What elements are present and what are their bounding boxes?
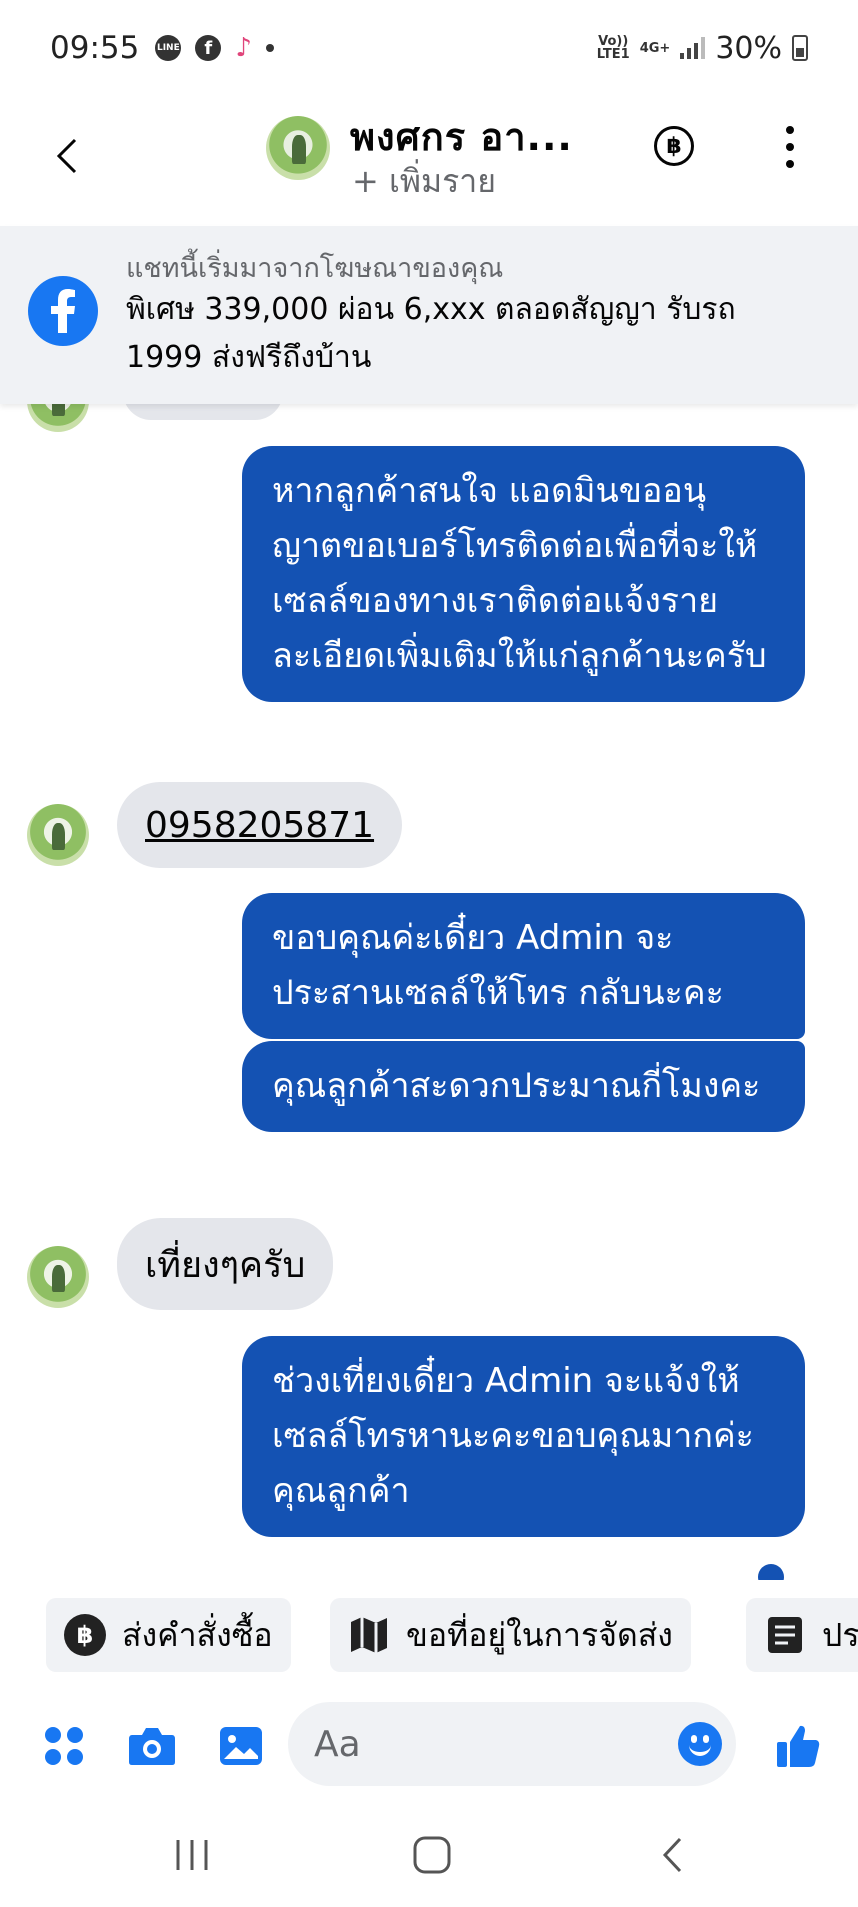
back-button[interactable] [45, 126, 89, 186]
message-input[interactable]: Aa [288, 1702, 736, 1786]
contact-avatar-small [27, 1246, 89, 1308]
facebook-icon: f [195, 35, 222, 61]
message-bubble-outgoing[interactable]: หากลูกค้าสนใจ แอดมินขออนุญาตขอเบอร์โทรติ… [242, 446, 805, 702]
line-icon: LINE [155, 35, 182, 61]
quick-replies-bar[interactable]: ฿ ส่งคำสั่งซื้อ ขอที่อยู่ในการจัดส่ง ปร [0, 1580, 858, 1690]
seen-indicator [758, 1564, 784, 1580]
message-composer: Aa [0, 1690, 858, 1800]
message-bubble-outgoing[interactable]: ขอบคุณค่ะเดี๋ยว Admin จะประสานเซลล์ให้โท… [242, 893, 805, 1039]
more-options-icon[interactable] [780, 122, 800, 172]
quick-reply-send-order[interactable]: ฿ ส่งคำสั่งซื้อ [46, 1598, 291, 1672]
battery-icon [792, 35, 808, 61]
like-thumb-icon[interactable] [768, 1716, 828, 1776]
map-icon [348, 1614, 390, 1656]
quick-reply-label: ปร [822, 1615, 858, 1654]
contact-avatar-small [27, 404, 89, 432]
quick-reply-label: ขอที่อยู่ในการจัดส่ง [406, 1615, 673, 1654]
recent-apps-button[interactable] [162, 1830, 222, 1880]
network-type: 4G+ [639, 40, 671, 56]
battery-percent: 30% [715, 30, 782, 66]
more-notifications-dot [265, 44, 274, 52]
status-right: Vo)) LTE1 4G+ 30% [597, 31, 808, 66]
message-bubble-incoming[interactable]: 0958205871 [117, 782, 403, 868]
status-time: 09:55 [50, 30, 140, 66]
message-bubble-cutoff [123, 404, 283, 420]
emoji-icon[interactable] [678, 1722, 722, 1766]
quick-reply-request-address[interactable]: ขอที่อยู่ในการจัดส่ง [330, 1598, 691, 1672]
signal-icon [680, 37, 706, 59]
back-arrow-icon [56, 138, 77, 174]
payment-baht-icon[interactable]: ฿ [654, 126, 694, 166]
system-navigation-bar [0, 1800, 858, 1907]
ad-text: พิเศษ 339,000 ผ่อน 6,xxx ตลอดสัญญา รับรถ… [126, 292, 736, 375]
contact-avatar[interactable] [266, 116, 330, 180]
status-bar: 09:55 LINE f ♪ Vo)) LTE1 4G+ 30% [0, 0, 858, 96]
gallery-icon[interactable] [211, 1716, 271, 1776]
ad-context-banner[interactable]: แชทนี้เริ่มมาจากโฆษณาของคุณ พิเศษ 339,00… [0, 226, 858, 404]
message-input-placeholder: Aa [314, 1723, 361, 1765]
home-button[interactable] [402, 1830, 462, 1880]
facebook-icon [28, 276, 98, 346]
back-nav-button[interactable] [642, 1830, 702, 1880]
ad-source-label: แชทนี้เริ่มมาจากโฆษณาของคุณ [126, 253, 504, 284]
chat-header: พงศกร อา... + เพิ่มราย ฿ [0, 96, 858, 226]
quick-reply-receipt[interactable]: ปร [746, 1598, 858, 1672]
notification-icons: LINE f ♪ [155, 33, 274, 63]
receipt-icon [764, 1614, 806, 1656]
quick-reply-label: ส่งคำสั่งซื้อ [122, 1615, 273, 1654]
camera-icon[interactable] [122, 1716, 182, 1776]
add-people-button[interactable]: + เพิ่มราย [352, 156, 496, 207]
phone-number-link[interactable]: 0958205871 [145, 805, 374, 846]
baht-circle-icon: ฿ [64, 1614, 106, 1656]
contact-avatar-small [27, 804, 89, 866]
apps-menu-icon[interactable] [34, 1716, 94, 1776]
tiktok-icon: ♪ [235, 33, 252, 63]
message-bubble-outgoing[interactable]: คุณลูกค้าสะดวกประมาณกี่โมงคะ [242, 1041, 805, 1132]
volte-indicator: Vo)) LTE1 [596, 34, 630, 62]
message-bubble-incoming[interactable]: เที่ยงๆครับ [117, 1218, 334, 1310]
message-list[interactable]: หากลูกค้าสนใจ แอดมินขออนุญาตขอเบอร์โทรติ… [0, 404, 858, 1580]
message-bubble-outgoing[interactable]: ช่วงเที่ยงเดี๋ยว Admin จะแจ้งให้เซลล์โทร… [242, 1336, 805, 1537]
